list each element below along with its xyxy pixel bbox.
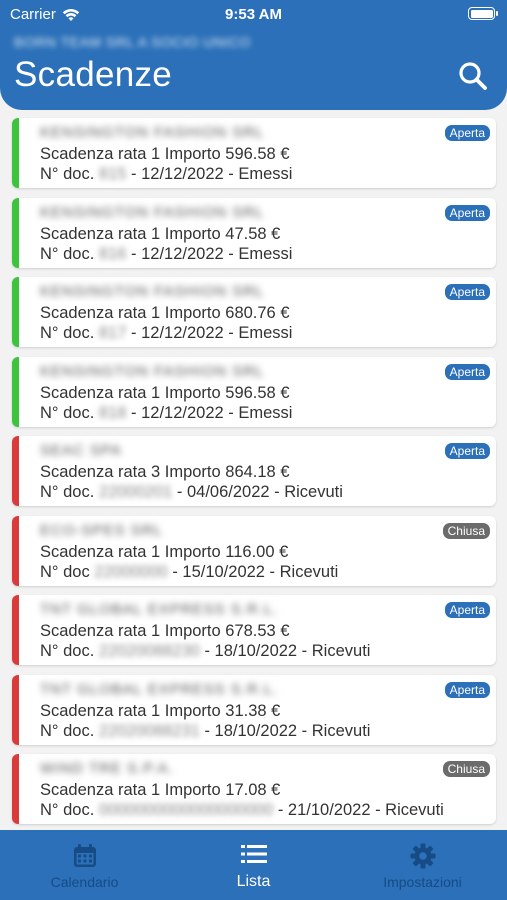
doc-date-type: - 18/10/2022 - Ricevuti bbox=[204, 721, 371, 740]
document-line: N° doc. 22020088231 - 18/10/2022 - Ricev… bbox=[40, 722, 370, 741]
company-name: KENSINGTON FASHION SRL bbox=[40, 124, 265, 141]
company-name: WIND TRE S.P.A. bbox=[40, 760, 174, 777]
page-title: Scadenze bbox=[14, 55, 173, 94]
doc-date-type: - 15/10/2022 - Ricevuti bbox=[172, 562, 339, 581]
doc-number: 22000000 bbox=[94, 562, 168, 581]
doc-date-type: - 04/06/2022 - Ricevuti bbox=[176, 483, 343, 501]
type-indicator-bar bbox=[12, 436, 19, 506]
type-indicator-bar bbox=[12, 356, 19, 427]
status-badge: Chiusa bbox=[442, 761, 490, 777]
document-line: N° doc. 22000201 - 04/06/2022 - Ricevuti bbox=[40, 483, 343, 502]
deadline-card[interactable]: KENSINGTON FASHION SRL Aperta Scadenza r… bbox=[12, 356, 496, 427]
doc-number: 815 bbox=[98, 165, 127, 183]
company-name: SEAC SPA bbox=[40, 442, 122, 459]
type-indicator-bar bbox=[12, 754, 19, 824]
status-badge: Aperta bbox=[444, 204, 490, 221]
installment-amount: Scadenza rata 1 Importo 596.58 € bbox=[40, 383, 290, 402]
installment-amount: Scadenza rata 1 Importo 596.58 € bbox=[40, 145, 290, 163]
doc-date-type: - 18/10/2022 - Ricevuti bbox=[204, 642, 371, 660]
tab-label: Lista bbox=[236, 873, 271, 890]
doc-prefix: N° doc. bbox=[40, 642, 95, 660]
type-indicator-bar bbox=[12, 277, 19, 347]
doc-prefix: N° doc. bbox=[40, 324, 95, 342]
status-badge: Chiusa bbox=[442, 522, 490, 539]
tab-bar: Calendario Lista Impostazioni bbox=[0, 830, 507, 900]
doc-date-type: - 12/12/2022 - Emessi bbox=[131, 244, 293, 263]
status-badge: Aperta bbox=[444, 284, 490, 300]
list-icon bbox=[240, 845, 267, 863]
deadline-card[interactable]: SEAC SPA Aperta Scadenza rata 3 Importo … bbox=[12, 436, 496, 506]
doc-prefix: N° doc bbox=[40, 562, 90, 581]
doc-number: 817 bbox=[98, 324, 127, 342]
deadline-card[interactable]: WIND TRE S.P.A. Chiusa Scadenza rata 1 I… bbox=[12, 754, 496, 824]
tab-impostazioni[interactable]: Impostazioni bbox=[338, 830, 507, 900]
document-line: N° doc. 0000000000000000000 - 21/10/2022… bbox=[40, 801, 444, 820]
deadline-card[interactable]: ECO-SPES SRL Chiusa Scadenza rata 1 Impo… bbox=[12, 515, 496, 586]
doc-prefix: N° doc. bbox=[40, 483, 95, 501]
doc-date-type: - 12/12/2022 - Emessi bbox=[131, 403, 293, 422]
deadline-card[interactable]: KENSINGTON FASHION SRL Aperta Scadenza r… bbox=[12, 277, 496, 347]
doc-number: 0000000000000000000 bbox=[98, 801, 274, 819]
company-name: KENSINGTON FASHION SRL bbox=[40, 203, 265, 221]
installment-amount: Scadenza rata 1 Importo 678.53 € bbox=[40, 622, 290, 640]
company-name: TNT GLOBAL EXPRESS S.R.L. bbox=[40, 680, 279, 698]
calendar-icon bbox=[73, 844, 96, 867]
doc-prefix: N° doc. bbox=[40, 165, 95, 183]
status-badge: Aperta bbox=[444, 125, 490, 141]
document-line: N° doc 22000000 - 15/10/2022 - Ricevuti bbox=[40, 563, 338, 582]
company-name: KENSINGTON FASHION SRL bbox=[40, 362, 265, 380]
gear-icon bbox=[410, 843, 435, 869]
clock: 9:53 AM bbox=[225, 6, 282, 23]
deadline-card[interactable]: KENSINGTON FASHION SRL Aperta Scadenza r… bbox=[12, 118, 496, 188]
search-icon[interactable] bbox=[457, 60, 489, 92]
type-indicator-bar bbox=[12, 118, 19, 188]
installment-amount: Scadenza rata 1 Importo 680.76 € bbox=[40, 304, 290, 322]
document-line: N° doc. 818 - 12/12/2022 - Emessi bbox=[40, 404, 292, 423]
deadline-card[interactable]: TNT GLOBAL EXPRESS S.R.L. Aperta Scadenz… bbox=[12, 595, 496, 665]
doc-prefix: N° doc. bbox=[40, 244, 95, 263]
type-indicator-bar bbox=[12, 595, 19, 665]
status-badge: Aperta bbox=[444, 363, 490, 380]
document-line: N° doc. 817 - 12/12/2022 - Emessi bbox=[40, 324, 292, 343]
company-name: ECO-SPES SRL bbox=[40, 521, 163, 539]
doc-number: 22020088231 bbox=[98, 721, 200, 740]
document-line: N° doc. 815 - 12/12/2022 - Emessi bbox=[40, 165, 292, 184]
header: Carrier 9:53 AM BORN TEAM SRL A SOCIO UN… bbox=[0, 0, 507, 110]
status-badge: Aperta bbox=[444, 602, 490, 618]
doc-number: 818 bbox=[98, 403, 127, 422]
status-bar: Carrier 9:53 AM bbox=[0, 0, 507, 28]
doc-number: 22020088230 bbox=[98, 642, 200, 660]
installment-amount: Scadenza rata 3 Importo 864.18 € bbox=[40, 463, 290, 481]
deadline-card[interactable]: TNT GLOBAL EXPRESS S.R.L. Aperta Scadenz… bbox=[12, 674, 496, 745]
tab-label: Calendario bbox=[50, 874, 119, 890]
type-indicator-bar bbox=[12, 515, 19, 586]
doc-date-type: - 12/12/2022 - Emessi bbox=[131, 165, 293, 183]
company-name: KENSINGTON FASHION SRL bbox=[40, 283, 265, 300]
tab-label: Impostazioni bbox=[383, 874, 462, 890]
doc-date-type: - 12/12/2022 - Emessi bbox=[131, 324, 293, 342]
doc-number: 22000201 bbox=[98, 483, 173, 501]
company-subtitle: BORN TEAM SRL A SOCIO UNICO bbox=[14, 34, 251, 50]
installment-amount: Scadenza rata 1 Importo 47.58 € bbox=[40, 224, 281, 243]
tab-lista[interactable]: Lista bbox=[169, 830, 338, 900]
deadline-card[interactable]: KENSINGTON FASHION SRL Aperta Scadenza r… bbox=[12, 197, 496, 268]
installment-amount: Scadenza rata 1 Importo 31.38 € bbox=[40, 701, 281, 720]
doc-prefix: N° doc. bbox=[40, 403, 95, 422]
doc-number: 816 bbox=[98, 244, 127, 263]
type-indicator-bar bbox=[12, 674, 19, 745]
doc-date-type: - 21/10/2022 - Ricevuti bbox=[277, 801, 444, 819]
document-line: N° doc. 816 - 12/12/2022 - Emessi bbox=[40, 245, 292, 264]
document-line: N° doc. 22020088230 - 18/10/2022 - Ricev… bbox=[40, 642, 370, 661]
status-badge: Aperta bbox=[444, 443, 490, 459]
tab-calendario[interactable]: Calendario bbox=[0, 830, 169, 900]
type-indicator-bar bbox=[12, 197, 19, 268]
installment-amount: Scadenza rata 1 Importo 116.00 € bbox=[40, 542, 289, 561]
installment-amount: Scadenza rata 1 Importo 17.08 € bbox=[40, 781, 281, 799]
status-badge: Aperta bbox=[444, 681, 490, 698]
doc-prefix: N° doc. bbox=[40, 721, 95, 740]
doc-prefix: N° doc. bbox=[40, 801, 95, 819]
company-name: TNT GLOBAL EXPRESS S.R.L. bbox=[40, 601, 279, 618]
battery-icon bbox=[468, 7, 498, 20]
